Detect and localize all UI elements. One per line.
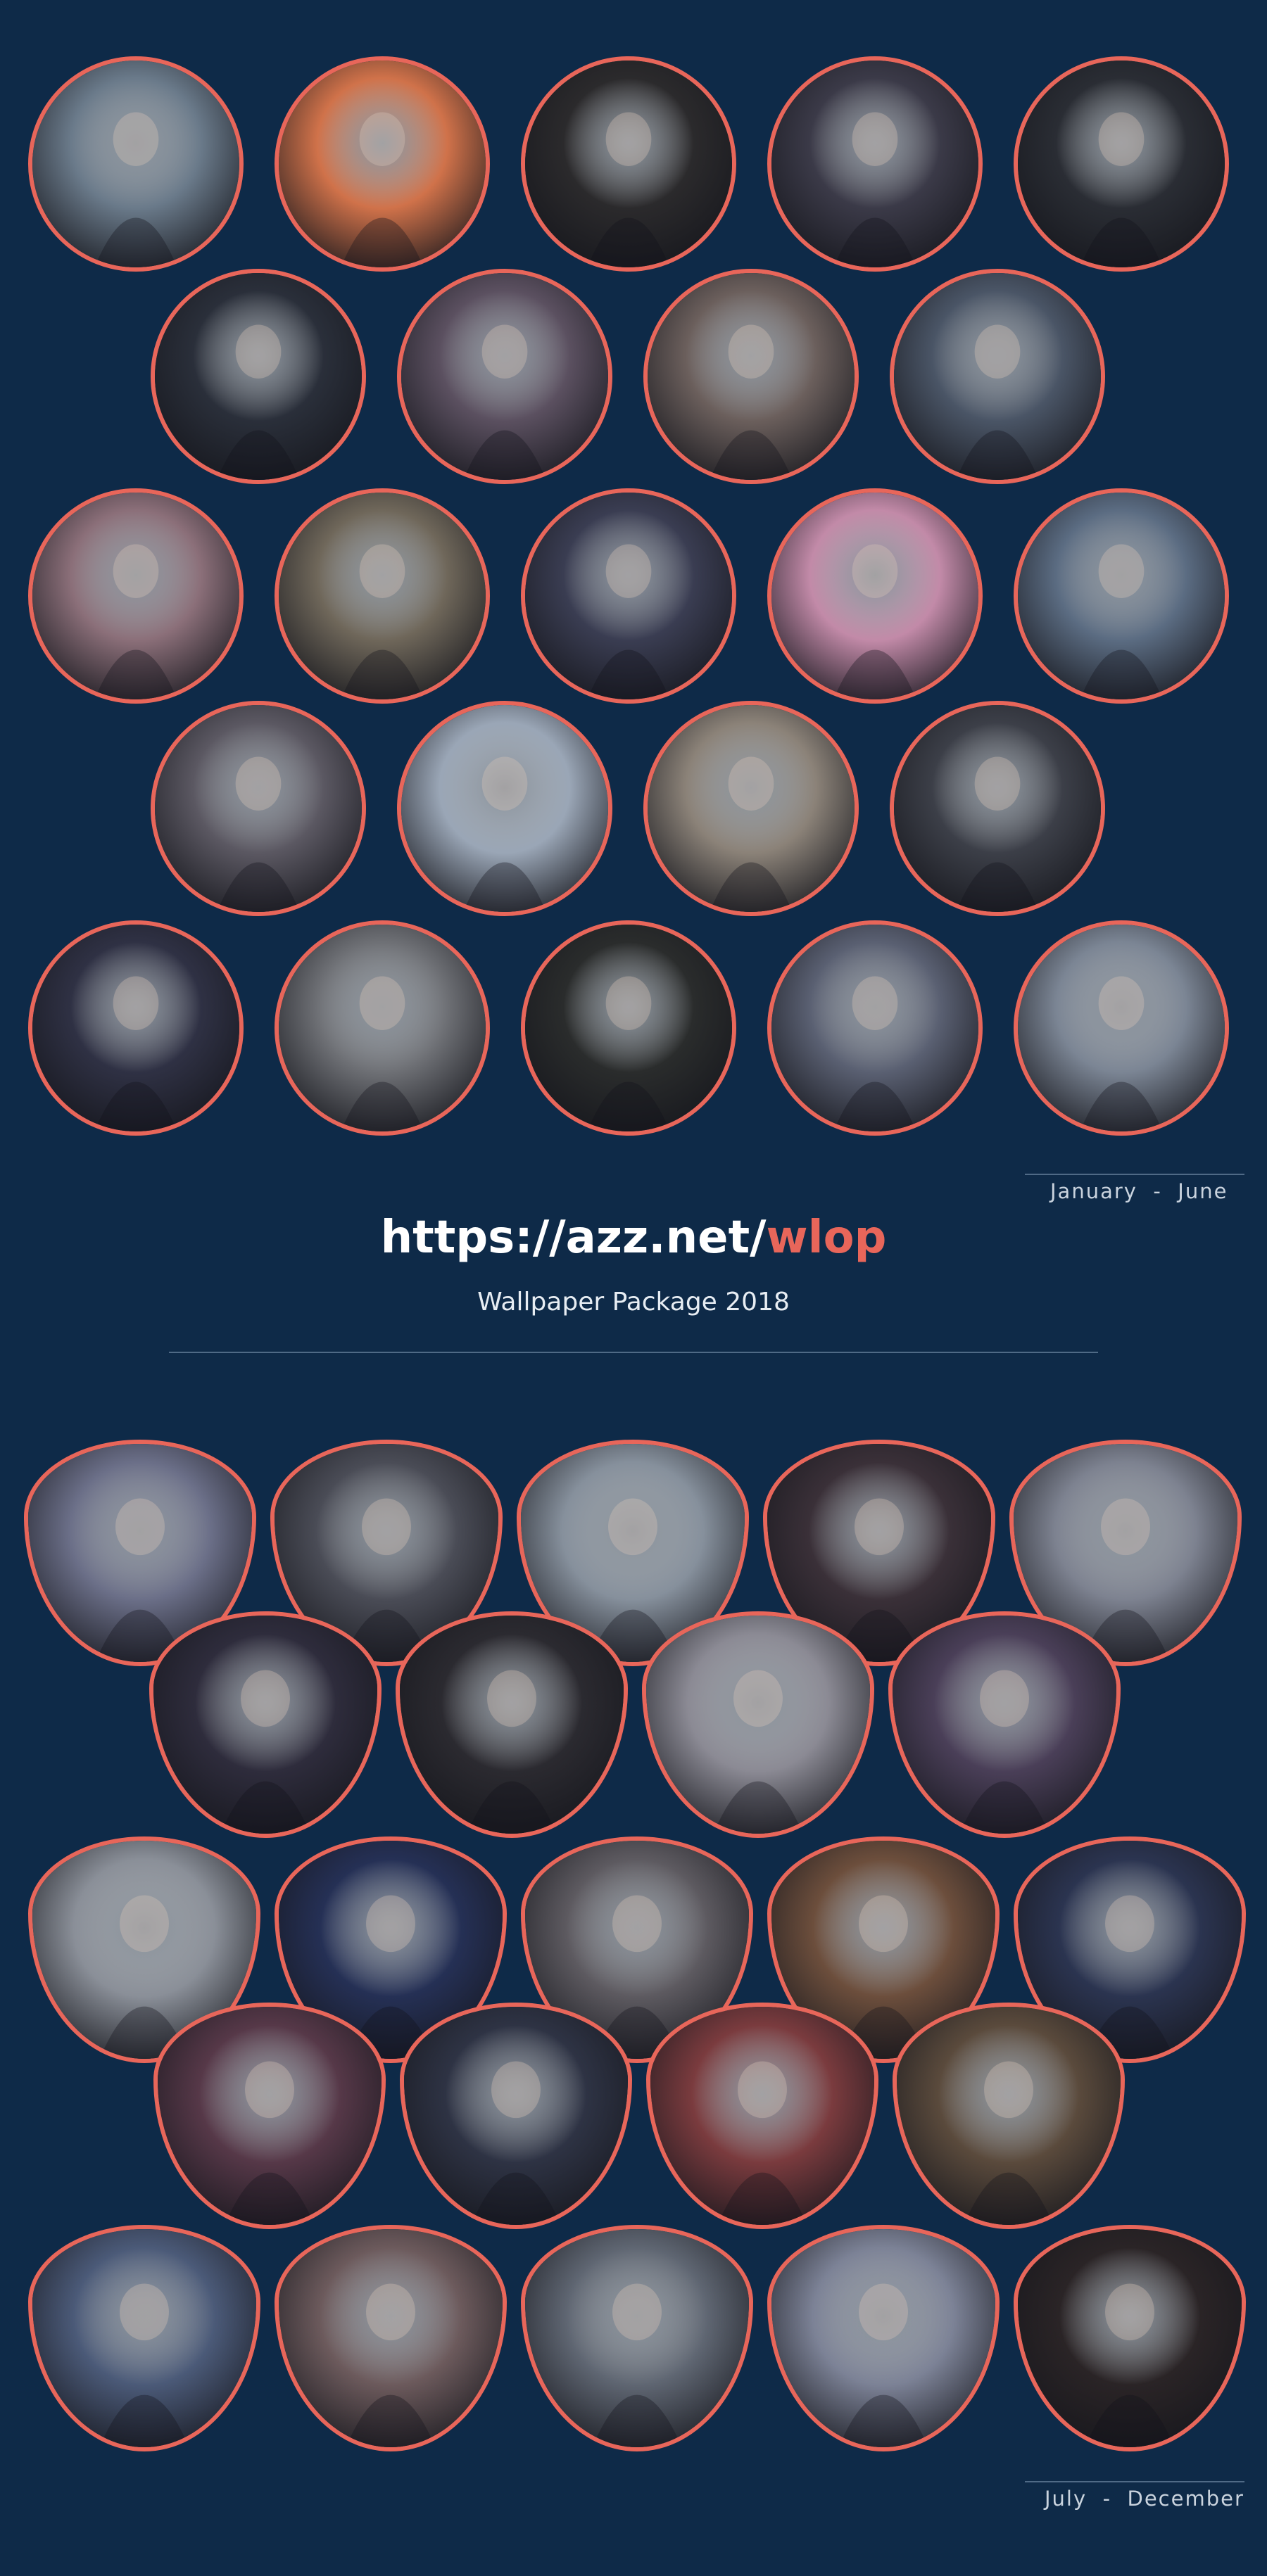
thumbnail-artwork <box>400 1616 624 1834</box>
thumb-15[interactable] <box>151 701 366 916</box>
thumbnail-artwork <box>897 2007 1121 2225</box>
thumb-20[interactable] <box>275 920 490 1136</box>
thumbnail-artwork <box>32 925 239 1131</box>
thumbnail-artwork <box>894 273 1101 480</box>
thumb-19[interactable] <box>28 920 244 1136</box>
thumb-7[interactable] <box>397 269 612 484</box>
thumb-44[interactable] <box>521 2225 753 2451</box>
thumbnail-artwork <box>279 2229 503 2447</box>
site-url[interactable]: https://azz.net/wlop <box>0 1212 1267 1264</box>
thumb-46[interactable] <box>1014 2225 1246 2451</box>
thumb-31[interactable] <box>642 1611 874 1838</box>
thumbnail-artwork <box>525 493 732 699</box>
thumbnail-artwork <box>401 705 608 912</box>
thumbnail-artwork <box>155 705 362 912</box>
thumbnail-artwork <box>158 2007 382 2225</box>
thumbnail-artwork <box>894 705 1101 912</box>
thumb-17[interactable] <box>643 701 859 916</box>
thumb-38[interactable] <box>153 2003 386 2229</box>
thumbnail-artwork <box>893 1616 1116 1834</box>
thumbnail-artwork <box>153 1616 377 1834</box>
thumbnail-artwork <box>650 2007 874 2225</box>
thumb-12[interactable] <box>521 488 736 704</box>
thumb-18[interactable] <box>890 701 1105 916</box>
thumbnail-artwork <box>279 925 486 1131</box>
thumb-2[interactable] <box>275 56 490 272</box>
thumbnail-artwork <box>525 61 732 267</box>
thumb-41[interactable] <box>893 2003 1125 2229</box>
thumbnail-artwork <box>771 925 978 1131</box>
thumbnail-artwork <box>1018 925 1225 1131</box>
thumbnail-artwork <box>771 61 978 267</box>
thumb-5[interactable] <box>1014 56 1229 272</box>
thumbnail-artwork <box>648 705 855 912</box>
thumb-8[interactable] <box>643 269 859 484</box>
thumb-13[interactable] <box>767 488 983 704</box>
thumbnail-artwork <box>279 61 486 267</box>
thumb-16[interactable] <box>397 701 612 916</box>
thumb-39[interactable] <box>400 2003 632 2229</box>
thumb-29[interactable] <box>149 1611 382 1838</box>
thumbnail-artwork <box>771 493 978 699</box>
thumb-42[interactable] <box>28 2225 260 2451</box>
section-divider-second <box>1025 2481 1244 2482</box>
thumb-11[interactable] <box>275 488 490 704</box>
section-divider-first <box>1025 1174 1244 1175</box>
thumb-21[interactable] <box>521 920 736 1136</box>
thumbnail-artwork <box>646 1616 870 1834</box>
first-half-label: January - June <box>1050 1179 1228 1203</box>
url-prefix: https://azz.net/ <box>380 1212 767 1264</box>
thumbnail-artwork <box>525 2229 749 2447</box>
thumb-9[interactable] <box>890 269 1105 484</box>
thumbnail-artwork <box>648 273 855 480</box>
thumb-3[interactable] <box>521 56 736 272</box>
thumb-43[interactable] <box>275 2225 507 2451</box>
thumb-22[interactable] <box>767 920 983 1136</box>
thumbnail-artwork <box>771 2229 995 2447</box>
thumb-30[interactable] <box>396 1611 628 1838</box>
thumbnail-artwork <box>1018 2229 1242 2447</box>
thumbnail-artwork <box>279 493 486 699</box>
url-accent: wlop <box>766 1212 887 1264</box>
second-half-label: July - December <box>1045 2487 1244 2511</box>
thumb-1[interactable] <box>28 56 244 272</box>
thumbnail-artwork <box>32 2229 256 2447</box>
thumb-6[interactable] <box>151 269 366 484</box>
thumb-45[interactable] <box>767 2225 1000 2451</box>
thumb-4[interactable] <box>767 56 983 272</box>
thumbnail-artwork <box>1018 493 1225 699</box>
thumb-10[interactable] <box>28 488 244 704</box>
thumbnail-artwork <box>401 273 608 480</box>
thumbnail-artwork <box>404 2007 628 2225</box>
thumb-32[interactable] <box>888 1611 1121 1838</box>
thumbnail-artwork <box>32 61 239 267</box>
thumbnail-artwork <box>32 493 239 699</box>
thumbnail-artwork <box>1018 61 1225 267</box>
thumbnail-artwork <box>525 925 732 1131</box>
thumb-14[interactable] <box>1014 488 1229 704</box>
thumbnail-artwork <box>155 273 362 480</box>
package-subtitle: Wallpaper Package 2018 <box>477 1288 790 1316</box>
thumb-23[interactable] <box>1014 920 1229 1136</box>
thumb-40[interactable] <box>646 2003 878 2229</box>
center-divider <box>169 1352 1098 1353</box>
